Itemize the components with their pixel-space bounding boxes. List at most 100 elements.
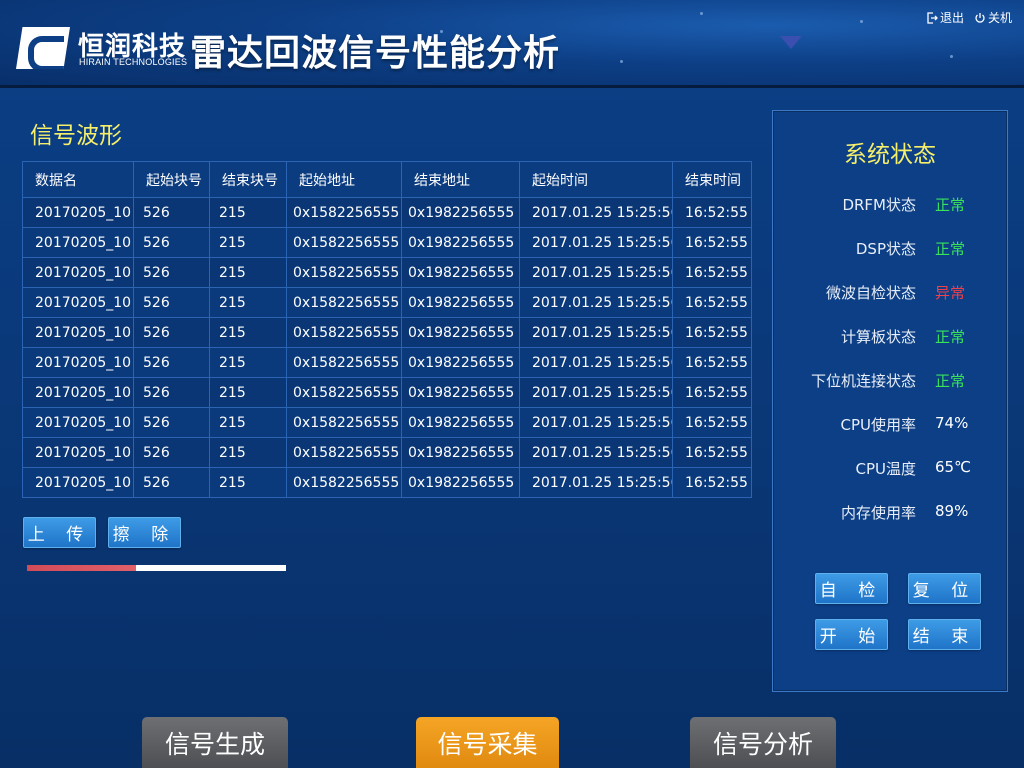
table-cell: 2017.01.25 15:25:56: [519, 227, 673, 258]
table-cell: 526: [133, 287, 210, 318]
table-cell: 526: [133, 467, 210, 498]
table-header-row: 数据名 起始块号 结束块号 起始地址 结束地址 起始时间 结束时间: [22, 161, 752, 198]
table-cell: 2017.01.25 15:25:56: [519, 317, 673, 348]
table-row[interactable]: 20170205_10 526 215 0x1582256555 0x198225655…: [22, 317, 752, 348]
table-cell: 2017.01.25 15:25:56: [519, 407, 673, 438]
table-cell: 215: [209, 347, 287, 378]
table-cell: 0x1982256555: [401, 317, 520, 348]
table-cell: 0x1982256555: [401, 407, 520, 438]
status-row: DSP状态 正常: [773, 238, 1007, 262]
column-header: 结束地址: [401, 161, 520, 198]
table-cell: 0x1582256555: [286, 437, 402, 468]
app-title: 雷达回波信号性能分析: [190, 33, 561, 74]
table-row[interactable]: 20170205_10 526 215 0x1582256555 0x198225655…: [22, 407, 752, 438]
table-cell: 215: [209, 407, 287, 438]
company-logo-icon: [16, 27, 70, 69]
table-cell: 526: [133, 437, 210, 468]
waveform-section-title: 信号波形: [30, 123, 122, 149]
status-label: 微波自检状态: [825, 284, 916, 302]
status-label: CPU使用率: [840, 416, 917, 434]
table-cell: 2017.01.25 15:25:56: [519, 287, 673, 318]
upload-progress-bar: [27, 565, 286, 571]
table-cell: 526: [133, 317, 210, 348]
status-value: 正常: [935, 240, 966, 258]
table-cell: 2017.01.25 15:25:56: [519, 257, 673, 288]
table-cell: 20170205_10: [22, 347, 134, 378]
table-row[interactable]: 20170205_10 526 215 0x1582256555 0x198225655…: [22, 437, 752, 468]
table-cell: 215: [209, 317, 287, 348]
table-cell: 215: [209, 197, 287, 228]
company-name-en: HIRAIN TECHNOLOGIES: [79, 57, 188, 67]
shutdown-button[interactable]: 关机: [974, 9, 1012, 26]
table-cell: 16:52:55: [672, 407, 752, 438]
table-cell: 0x1582256555: [286, 467, 402, 498]
column-header: 数据名: [22, 161, 134, 198]
logout-button[interactable]: 退出: [926, 9, 964, 26]
table-row[interactable]: 20170205_10 526 215 0x1582256555 0x198225655…: [22, 347, 752, 378]
status-row: 内存使用率 89%: [773, 502, 1007, 526]
table-cell: 526: [133, 227, 210, 258]
tab-signal-analysis[interactable]: 信号分析: [690, 717, 836, 768]
column-header: 起始块号: [133, 161, 210, 198]
table-cell: 2017.01.25 15:25:56: [519, 377, 673, 408]
status-row: 下位机连接状态 正常: [773, 370, 1007, 394]
table-cell: 215: [209, 257, 287, 288]
status-row: 计算板状态 正常: [773, 326, 1007, 350]
table-cell: 0x1582256555: [286, 197, 402, 228]
table-cell: 0x1582256555: [286, 287, 402, 318]
table-row[interactable]: 20170205_10 526 215 0x1582256555 0x198225655…: [22, 287, 752, 318]
table-cell: 20170205_10: [22, 227, 134, 258]
waveform-table: 数据名 起始块号 结束块号 起始地址 结束地址 起始时间 结束时间 201702…: [22, 161, 752, 498]
status-row: CPU使用率 74%: [773, 414, 1007, 438]
status-label: CPU温度: [855, 460, 917, 478]
status-row: CPU温度 65℃: [773, 458, 1007, 482]
table-cell: 0x1582256555: [286, 227, 402, 258]
status-row: 微波自检状态 异常: [773, 282, 1007, 306]
table-cell: 20170205_10: [22, 257, 134, 288]
reset-button[interactable]: 复 位: [908, 573, 981, 604]
table-row[interactable]: 20170205_10 526 215 0x1582256555 0x198225655…: [22, 377, 752, 408]
status-label: DRFM状态: [842, 196, 916, 214]
self-check-button[interactable]: 自 检: [815, 573, 888, 604]
table-cell: 215: [209, 287, 287, 318]
start-button[interactable]: 开 始: [815, 619, 888, 650]
table-cell: 0x1982256555: [401, 437, 520, 468]
table-row[interactable]: 20170205_10 526 215 0x1582256555 0x198225655…: [22, 467, 752, 498]
table-cell: 526: [133, 407, 210, 438]
end-button[interactable]: 结 束: [908, 619, 981, 650]
table-cell: 20170205_10: [22, 437, 134, 468]
status-label: 下位机连接状态: [810, 372, 916, 390]
table-cell: 20170205_10: [22, 317, 134, 348]
table-cell: 0x1982256555: [401, 377, 520, 408]
upload-button[interactable]: 上 传: [23, 517, 96, 548]
column-header: 起始地址: [286, 161, 402, 198]
table-cell: 0x1982256555: [401, 347, 520, 378]
table-cell: 0x1982256555: [401, 197, 520, 228]
decor-star: [620, 60, 623, 63]
logout-label: 退出: [939, 11, 964, 25]
table-cell: 16:52:55: [672, 317, 752, 348]
table-cell: 0x1582256555: [286, 257, 402, 288]
table-cell: 16:52:55: [672, 197, 752, 228]
logout-icon: [927, 11, 938, 24]
table-cell: 215: [209, 437, 287, 468]
column-header: 起始时间: [519, 161, 673, 198]
table-row[interactable]: 20170205_10 526 215 0x1582256555 0x198225655…: [22, 197, 752, 228]
table-cell: 0x1582256555: [286, 377, 402, 408]
erase-button[interactable]: 擦 除: [108, 517, 181, 548]
table-cell: 16:52:55: [672, 467, 752, 498]
status-value: 正常: [935, 328, 966, 346]
tab-signal-generation[interactable]: 信号生成: [142, 717, 288, 768]
table-row[interactable]: 20170205_10 526 215 0x1582256555 0x198225655…: [22, 257, 752, 288]
table-cell: 526: [133, 347, 210, 378]
table-cell: 215: [209, 377, 287, 408]
table-cell: 2017.01.25 15:25:56: [519, 467, 673, 498]
tab-signal-acquisition[interactable]: 信号采集: [416, 717, 559, 768]
app-header: 恒润科技 HIRAIN TECHNOLOGIES 雷达回波信号性能分析 退出 关…: [0, 0, 1024, 88]
table-cell: 16:52:55: [672, 377, 752, 408]
table-cell: 16:52:55: [672, 257, 752, 288]
table-cell: 16:52:55: [672, 437, 752, 468]
system-status-panel: 系统状态 DRFM状态 正常 DSP状态 正常 微波自检状态 异常 计算板状态 正常 下位机连接…: [772, 110, 1008, 692]
table-row[interactable]: 20170205_10 526 215 0x1582256555 0x198225655…: [22, 227, 752, 258]
status-label: DSP状态: [855, 240, 916, 258]
